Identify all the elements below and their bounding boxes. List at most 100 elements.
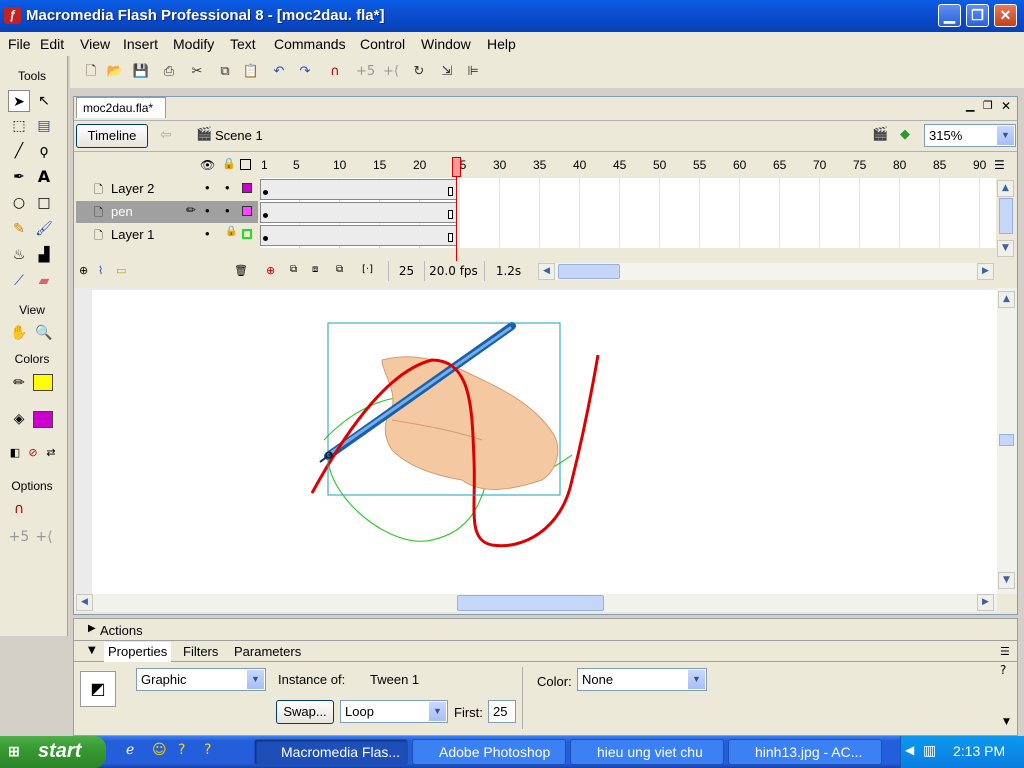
- task-flash[interactable]: Macromedia Flas...: [254, 739, 408, 765]
- frame-rate[interactable]: 20.0 fps: [424, 261, 482, 281]
- center-frame-icon[interactable]: ⊕: [266, 264, 275, 277]
- panel-expand-icon[interactable]: ▼: [1003, 717, 1010, 727]
- snap-magnet-icon[interactable]: ∩: [8, 498, 30, 520]
- task-folder[interactable]: hieu ung viet chu: [570, 739, 724, 765]
- doc-minimize-icon[interactable]: ▁: [966, 99, 974, 112]
- eyedropper-icon[interactable]: ⟋: [8, 270, 30, 292]
- layer-lock-dot[interactable]: •: [225, 180, 230, 195]
- actions-panel-header[interactable]: ▶ Actions: [74, 619, 1017, 641]
- ink-bottle-icon[interactable]: ♨: [8, 244, 30, 266]
- selection-tool-icon[interactable]: ➤: [8, 90, 30, 112]
- menu-commands[interactable]: Commands: [274, 36, 346, 52]
- keyframe-dot[interactable]: [263, 190, 268, 195]
- eraser-tool-icon[interactable]: ▰: [33, 270, 55, 292]
- layer-row[interactable]: 🗋 Layer 1 • 🔒: [76, 224, 258, 246]
- start-button[interactable]: ⊞ start: [0, 736, 106, 768]
- stage-canvas[interactable]: [92, 290, 997, 594]
- text-tool-icon[interactable]: A: [33, 166, 55, 188]
- menu-view[interactable]: View: [80, 36, 110, 52]
- frame-span[interactable]: [260, 202, 457, 223]
- zoom-select[interactable]: 315% ▼: [924, 124, 1016, 147]
- swap-button[interactable]: Swap...: [276, 700, 334, 724]
- ie-quicklaunch-icon[interactable]: ℯ: [126, 742, 134, 758]
- panel-menu-icon[interactable]: ☰: [1000, 645, 1010, 658]
- menu-insert[interactable]: Insert: [123, 36, 158, 52]
- maximize-button[interactable]: ❐: [966, 4, 989, 27]
- scale-icon[interactable]: ⇲: [438, 63, 456, 81]
- stage-hscroll-thumb[interactable]: [457, 595, 604, 611]
- menu-window[interactable]: Window: [421, 36, 471, 52]
- frame-span[interactable]: [260, 179, 457, 200]
- straighten-toolbar-icon[interactable]: +⟨: [382, 63, 400, 81]
- timeline-button[interactable]: Timeline: [76, 124, 148, 148]
- minimize-button[interactable]: ▁: [938, 4, 961, 27]
- menu-edit[interactable]: Edit: [40, 36, 64, 52]
- end-frame-marker[interactable]: [448, 210, 453, 219]
- line-tool-icon[interactable]: ╱: [8, 140, 30, 162]
- stage-scroll-down[interactable]: ▼: [998, 572, 1015, 589]
- layer-outline-color[interactable]: [242, 183, 252, 193]
- keyframe-dot[interactable]: [263, 213, 268, 218]
- end-frame-marker[interactable]: [448, 233, 453, 242]
- insert-layer-icon[interactable]: ⊕: [79, 264, 88, 277]
- timeline-scroll-down[interactable]: ▼: [997, 240, 1014, 257]
- open-file-icon[interactable]: 📂: [106, 63, 124, 81]
- stage-vscroll[interactable]: ▲ ▼: [997, 288, 1017, 594]
- pencil-tool-icon[interactable]: ✎: [8, 218, 30, 240]
- end-frame-marker[interactable]: [448, 187, 453, 196]
- keyframe-dot[interactable]: [263, 236, 268, 241]
- task-photoshop[interactable]: Adobe Photoshop: [412, 739, 566, 765]
- stage-scroll-left[interactable]: ◀: [76, 594, 93, 611]
- redo-icon[interactable]: ↷: [296, 63, 314, 81]
- frame-span[interactable]: [260, 225, 457, 246]
- edit-symbols-icon[interactable]: ◆: [900, 127, 910, 142]
- timeline-hscroll-thumb[interactable]: [558, 264, 620, 279]
- menu-modify[interactable]: Modify: [173, 36, 214, 52]
- oval-tool-icon[interactable]: ○: [8, 192, 30, 214]
- layer-row[interactable]: 🗋 pen ✏ • •: [76, 201, 258, 223]
- straighten-icon[interactable]: +⟨: [33, 526, 55, 548]
- smooth-icon[interactable]: +5: [8, 526, 30, 548]
- subselection-tool-icon[interactable]: ↖: [33, 90, 55, 112]
- new-file-icon[interactable]: 🗋: [82, 63, 100, 81]
- fill-color-swatch[interactable]: [33, 411, 53, 428]
- frame-ruler[interactable]: 151015202530354045505560657075808590: [260, 153, 996, 177]
- stage-scroll-right[interactable]: ▶: [977, 594, 994, 611]
- swap-colors-icon[interactable]: ⇄: [40, 442, 62, 464]
- delete-layer-icon[interactable]: 🗑: [234, 264, 248, 277]
- align-icon[interactable]: ⊫: [464, 63, 482, 81]
- stroke-color-swatch[interactable]: [33, 374, 53, 391]
- timeline-menu-icon[interactable]: ☰: [994, 158, 1005, 172]
- undo-icon[interactable]: ↶: [270, 63, 288, 81]
- collapse-arrow-icon[interactable]: ▼: [88, 645, 96, 656]
- tab-properties[interactable]: Properties: [104, 642, 172, 662]
- playhead[interactable]: [452, 157, 461, 177]
- brush-tool-icon[interactable]: 🖌: [33, 218, 55, 240]
- add-motion-guide-icon[interactable]: ⌇: [98, 264, 103, 277]
- layer-visibility-dot[interactable]: •: [205, 203, 210, 218]
- first-frame-input[interactable]: 25: [488, 700, 516, 723]
- help2-quicklaunch-icon[interactable]: ?: [204, 742, 211, 758]
- print-icon[interactable]: ⎙: [160, 63, 178, 81]
- snap-icon[interactable]: ∩: [326, 63, 344, 81]
- onion-skin-icon[interactable]: ⧉: [290, 264, 297, 275]
- lock-icon[interactable]: 🔒: [222, 157, 236, 170]
- symbol-type-select[interactable]: Graphic ▼: [136, 668, 266, 691]
- help-quicklaunch-icon[interactable]: ?: [178, 742, 185, 758]
- layer-locked-icon[interactable]: 🔒: [225, 226, 237, 237]
- fill-transform-icon[interactable]: ▤: [33, 115, 55, 137]
- timeline-vscroll-thumb[interactable]: [999, 198, 1013, 234]
- zoom-tool-icon[interactable]: 🔍: [33, 322, 55, 344]
- hand-tool-icon[interactable]: ✋: [8, 322, 30, 344]
- menu-text[interactable]: Text: [230, 36, 256, 52]
- menu-control[interactable]: Control: [360, 36, 405, 52]
- timeline-scroll-left[interactable]: ◀: [538, 263, 555, 280]
- back-arrow-icon[interactable]: ⇦: [160, 127, 172, 143]
- task-acdsee[interactable]: hinh13.jpg - AC...: [728, 739, 882, 765]
- edit-multiple-frames-icon[interactable]: ⧉: [336, 264, 343, 275]
- layer-outline-color[interactable]: [242, 206, 252, 216]
- layer-visibility-dot[interactable]: •: [205, 180, 210, 195]
- document-tab[interactable]: moc2dau.fla*: [76, 97, 166, 118]
- loop-select[interactable]: Loop ▼: [340, 700, 448, 723]
- messenger-quicklaunch-icon[interactable]: ☺: [152, 742, 167, 758]
